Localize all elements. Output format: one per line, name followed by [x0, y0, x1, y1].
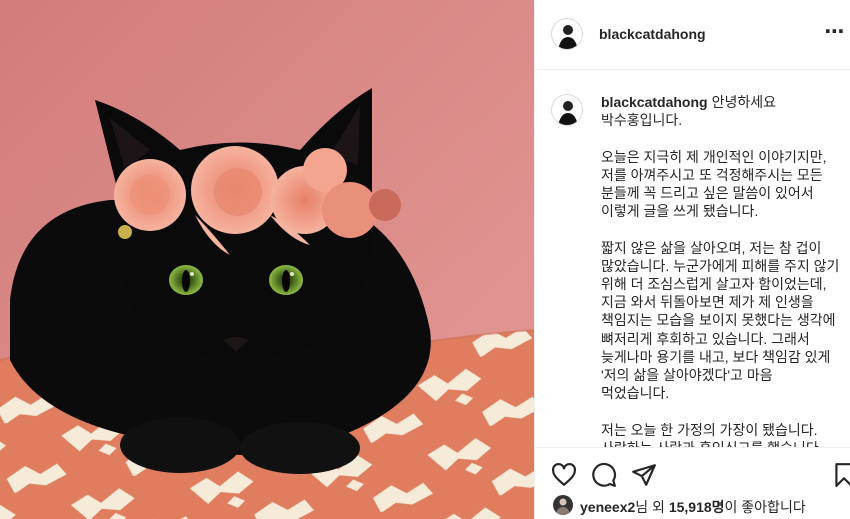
person-avatar-icon	[556, 498, 570, 515]
first-liker-username[interactable]: yeneex2	[580, 499, 635, 515]
person-avatar-icon	[558, 25, 578, 49]
comment-icon[interactable]	[591, 462, 617, 488]
author-username[interactable]: blackcatdahong	[599, 26, 706, 42]
post-header: blackcatdahong ⋯	[535, 0, 850, 70]
comments-area[interactable]: blackcatdahong 안녕하세요 박수홍입니다. 오늘은 지극히 제 개인…	[535, 71, 850, 447]
cat-photo-image	[0, 0, 534, 519]
likes-middle-text: 님 외	[635, 499, 669, 515]
post-caption: blackcatdahong 안녕하세요 박수홍입니다. 오늘은 지극히 제 개인…	[601, 93, 841, 447]
author-avatar[interactable]	[551, 18, 583, 50]
liker-avatar[interactable]	[553, 495, 573, 515]
caption-avatar[interactable]	[551, 94, 583, 126]
bookmark-icon[interactable]	[831, 462, 850, 488]
person-avatar-icon	[558, 101, 578, 125]
likes-count[interactable]: 15,918명	[669, 499, 725, 515]
likes-summary: yeneex2님 외 15,918명이 좋아합니다	[535, 490, 850, 519]
likes-suffix: 이 좋아합니다	[724, 499, 806, 515]
more-horizontal-icon[interactable]: ⋯	[824, 22, 846, 42]
heart-icon[interactable]	[551, 462, 577, 488]
likes-text[interactable]: yeneex2님 외 15,918명이 좋아합니다	[580, 497, 806, 517]
caption-text: 안녕하세요 박수홍입니다. 오늘은 지극히 제 개인적인 이야기지만, 저를 아…	[601, 94, 840, 447]
post-photo[interactable]	[0, 0, 534, 519]
send-icon[interactable]	[631, 462, 657, 488]
post-side-panel: blackcatdahong ⋯ blackcatdahong 안녕하세요 박수홍…	[534, 0, 850, 519]
caption-username[interactable]: blackcatdahong	[601, 94, 708, 110]
